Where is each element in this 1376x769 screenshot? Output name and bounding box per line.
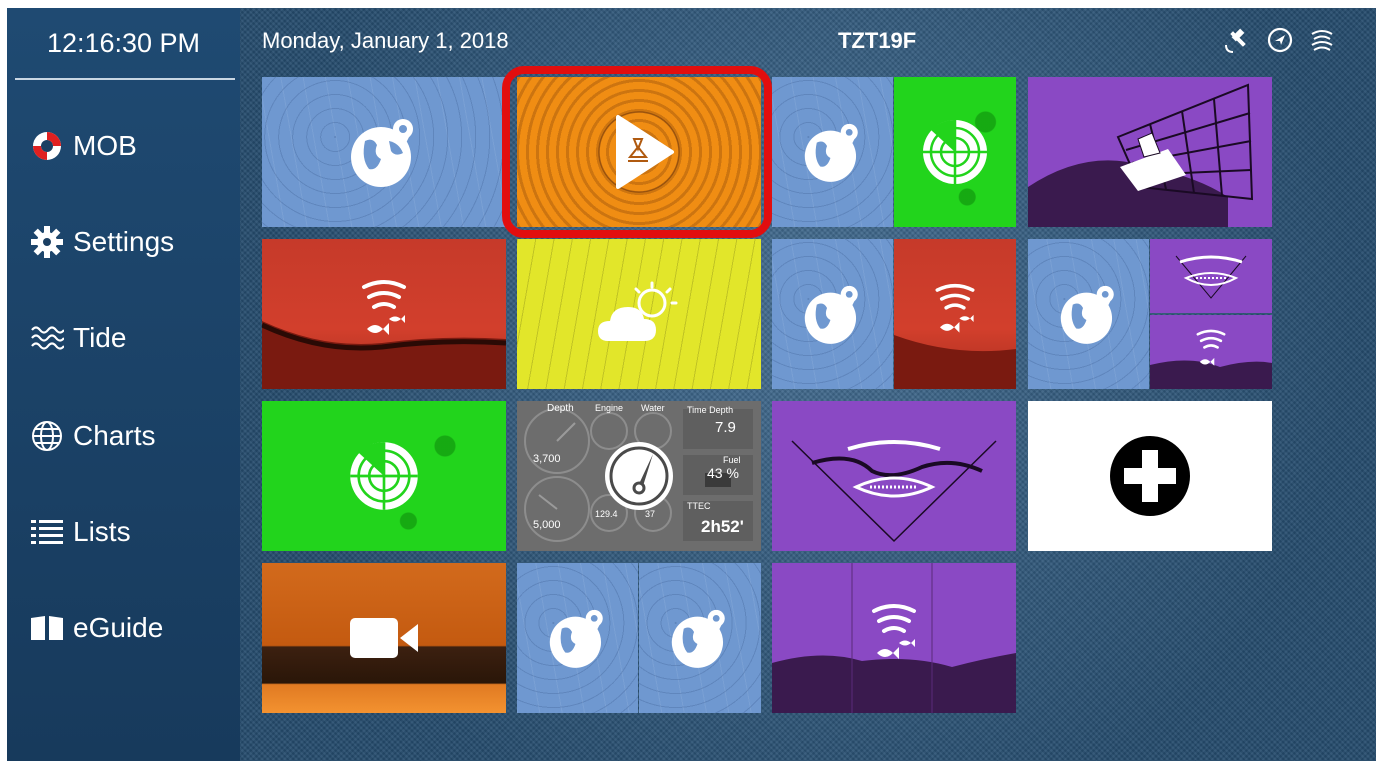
tile-add-page[interactable] [1028, 401, 1272, 551]
chart-pane [1028, 239, 1149, 389]
tide-waves-icon [27, 320, 67, 356]
video-camera-icon [350, 618, 418, 658]
fish-finder-icon [872, 604, 916, 659]
fish-finder-icon [362, 280, 406, 335]
chart-pane [772, 77, 893, 227]
tile-fish-finder[interactable] [262, 239, 506, 389]
globe-icon [804, 123, 858, 182]
sidebar-item-label: eGuide [73, 612, 164, 643]
clock: 12:16:30 PM [46, 28, 201, 58]
sonar-icon [791, 440, 997, 543]
tile-chart-radar-split[interactable] [772, 77, 1016, 227]
sidebar-item-eguide[interactable]: eGuide [27, 598, 232, 658]
gauge2-value: 5,000 [533, 519, 561, 531]
gps-satellite-icon [1222, 24, 1254, 56]
navigation-arrow-icon [1264, 24, 1296, 56]
tile-chart-fishfinder-split[interactable] [772, 239, 1016, 389]
chart-pane-left [517, 563, 638, 713]
tile-weather[interactable] [517, 239, 761, 389]
status-icons [1222, 24, 1338, 56]
time-depth-value: 7.9 [715, 419, 736, 436]
fish-finder-icon [1196, 329, 1226, 366]
lifebuoy-icon [27, 128, 67, 164]
chart-pane-right [639, 563, 761, 713]
globe-icon [351, 119, 413, 187]
sidebar-item-label: MOB [73, 130, 137, 161]
tile-3d-view[interactable] [1028, 77, 1272, 227]
globe-icon [1060, 285, 1114, 344]
tile-chart-plotter[interactable] [262, 77, 506, 227]
tile-radar-selected[interactable] [517, 77, 761, 227]
book-icon [27, 610, 67, 646]
divider [15, 78, 235, 80]
status-date: Monday, January 1, 2018 [262, 28, 509, 53]
sidebar-item-label: Tide [73, 322, 127, 353]
chart-pane [772, 239, 893, 389]
globe-icon [549, 609, 603, 668]
tile-camera[interactable] [262, 563, 506, 713]
gauge1-value: 3,700 [533, 453, 561, 465]
radar-play-icon [598, 111, 680, 193]
gauge-icon [605, 442, 673, 510]
signal-waves-icon [1306, 24, 1338, 56]
tile-chart-sonar-split[interactable] [1028, 239, 1272, 389]
sidebar-item-mob[interactable]: MOB [27, 116, 232, 176]
ttec-value: 2h52' [701, 517, 744, 536]
globe-icon [804, 285, 858, 344]
tile-dual-chart[interactable] [517, 563, 761, 713]
tile-fish-finder-purple[interactable] [772, 563, 1016, 713]
water-label: Water [641, 403, 665, 413]
fuel-label: Fuel [723, 455, 741, 465]
plus-icon [1110, 436, 1190, 516]
time-depth-label: Time Depth [687, 405, 734, 415]
fuel-value: 43 % [707, 465, 739, 481]
radar-icon [923, 119, 987, 184]
depth-label: Depth [547, 403, 574, 414]
globe-icon [671, 609, 725, 668]
tile-sonar[interactable] [772, 401, 1016, 551]
grid-3d-icon [1028, 83, 1254, 227]
sonar-icon [1175, 255, 1247, 299]
tile-instruments[interactable]: Depth 3,700 5,000 Engine Water 129.4 37 … [517, 401, 761, 551]
tile-radar[interactable] [262, 401, 506, 551]
list-icon [27, 514, 67, 550]
sidebar-item-label: Lists [73, 516, 131, 547]
globe-icon [27, 418, 67, 454]
radar-pane [894, 77, 1016, 227]
ttec-label: TTEC [687, 501, 711, 511]
sidebar: 12:16:30 PM MOB Settings Tide Charts Lis… [7, 8, 240, 761]
sonar-pane [1150, 239, 1272, 313]
fish-finder-pane [894, 239, 1016, 389]
radar-icon [350, 442, 418, 510]
weather-icon [598, 281, 678, 341]
sidebar-item-lists[interactable]: Lists [27, 502, 232, 562]
engine-label: Engine [595, 403, 624, 413]
sidebar-item-settings[interactable]: Settings [27, 212, 232, 272]
home-screen: 12:16:30 PM MOB Settings Tide Charts Lis… [0, 0, 1376, 769]
gear-icon [27, 224, 67, 260]
device-model: TZT19F [838, 28, 917, 53]
sidebar-item-label: Charts [73, 420, 156, 451]
fish-finder-pane [1150, 315, 1272, 389]
fish-finder-icon [935, 283, 975, 333]
sidebar-item-charts[interactable]: Charts [27, 406, 232, 466]
sidebar-item-label: Settings [73, 226, 175, 257]
sidebar-item-tide[interactable]: Tide [27, 308, 232, 368]
